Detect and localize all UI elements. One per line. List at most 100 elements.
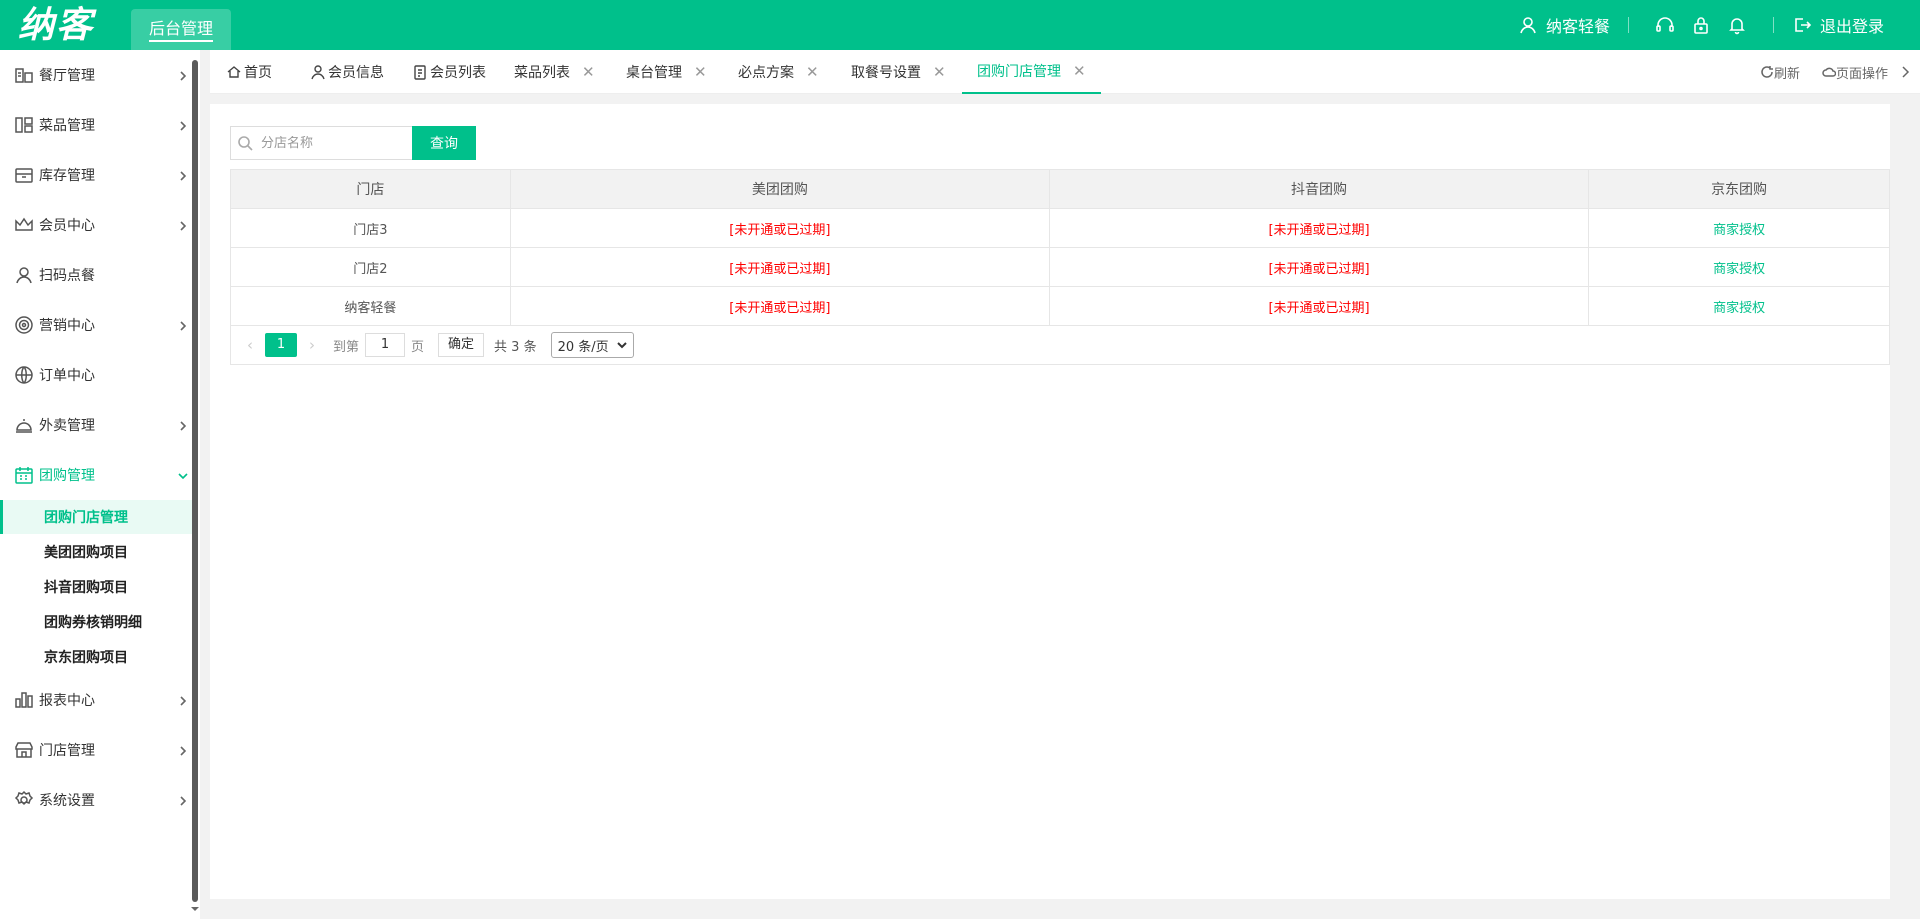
sidebar-item-settings[interactable]: 系统设置 — [0, 785, 192, 815]
divider — [1627, 17, 1629, 33]
sidebar-subitem-jd[interactable]: 京东团购项目 — [0, 640, 192, 674]
restaurant-icon — [15, 68, 33, 83]
meituan-status-link[interactable]: [未开通或已过期] — [509, 286, 1050, 326]
search-icon — [238, 136, 253, 151]
current-page-button[interactable]: 1 — [265, 333, 297, 357]
sidebar-item-marketing[interactable]: 营销中心 — [0, 310, 192, 340]
user-name: 纳客轻餐 — [1545, 17, 1610, 36]
target-icon — [15, 316, 33, 334]
chevron-right-icon[interactable] — [1898, 65, 1912, 79]
page-size-select[interactable]: 20 条/页 — [550, 332, 634, 358]
tab-table-management[interactable]: 桌台管理 ✕ — [626, 50, 707, 94]
chevron-right-icon — [180, 321, 187, 331]
sidebar-item-group-buy[interactable]: 团购管理 — [0, 460, 192, 490]
tab-member-list[interactable]: 会员列表 — [412, 50, 486, 94]
close-icon[interactable]: ✕ — [1073, 62, 1086, 80]
tab-label: 团购门店管理 — [977, 64, 1061, 80]
page-size-value: 20 条/页 — [557, 339, 609, 355]
tab-group-store[interactable]: 团购门店管理 ✕ — [962, 50, 1101, 94]
bar-chart-icon — [15, 692, 33, 708]
sidebar-item-label: 订单中心 — [39, 368, 95, 384]
store-name-input[interactable] — [261, 135, 401, 151]
goto-confirm-button[interactable]: 确定 — [438, 333, 485, 357]
calendar-icon — [15, 467, 33, 484]
jd-authorize-link[interactable]: 商家授权 — [1588, 247, 1890, 287]
tab-label: 会员列表 — [430, 65, 486, 81]
sidebar-item-label: 系统设置 — [39, 793, 95, 809]
sidebar-item-label: 扫码点餐 — [39, 268, 95, 284]
chevron-right-icon — [180, 121, 187, 131]
jd-authorize-link[interactable]: 商家授权 — [1588, 286, 1890, 326]
meituan-status-link[interactable]: [未开通或已过期] — [509, 247, 1050, 287]
top-header: 纳客 后台管理 纳客轻餐 退出登录 — [0, 0, 1920, 50]
sidebar-item-members[interactable]: 会员中心 — [0, 210, 192, 240]
sidebar-subitem-label: 美团团购项目 — [44, 545, 128, 561]
user-icon — [311, 65, 325, 80]
table-header-row: 门店 美团团购 抖音团购 京东团购 — [230, 169, 1890, 209]
prev-page-icon[interactable]: ‹ — [235, 336, 265, 354]
headset-icon[interactable] — [1655, 15, 1675, 35]
sidebar-subitem-meituan[interactable]: 美团团购项目 — [0, 535, 192, 569]
query-button[interactable]: 查询 — [412, 126, 476, 160]
close-icon[interactable]: ✕ — [694, 63, 707, 81]
bell-cloche-icon — [16, 419, 32, 433]
sidebar-item-takeout[interactable]: 外卖管理 — [0, 410, 192, 440]
cloud-icon — [1822, 67, 1836, 77]
close-icon[interactable]: ✕ — [806, 63, 819, 81]
tab-label: 必点方案 — [738, 65, 794, 81]
scroll-down-icon[interactable] — [189, 905, 201, 913]
close-icon[interactable]: ✕ — [582, 63, 595, 81]
sidebar-item-stores[interactable]: 门店管理 — [0, 735, 192, 765]
group-store-table: 门店 美团团购 抖音团购 京东团购 门店3 [未开通或已过期] [未开通或已过期… — [230, 169, 1890, 326]
admin-tab[interactable]: 后台管理 — [131, 9, 231, 50]
close-icon[interactable]: ✕ — [933, 63, 946, 81]
store-search-field[interactable] — [230, 126, 412, 160]
sidebar-item-scan-order[interactable]: 扫码点餐 — [0, 260, 192, 290]
tab-dish-list[interactable]: 菜品列表 ✕ — [514, 50, 595, 94]
douyin-status-link[interactable]: [未开通或已过期] — [1048, 208, 1590, 248]
jd-authorize-link[interactable]: 商家授权 — [1588, 208, 1890, 248]
sidebar-item-inventory[interactable]: 库存管理 — [0, 160, 192, 190]
lock-icon[interactable] — [1691, 15, 1711, 35]
tab-home[interactable]: 首页 — [226, 50, 272, 94]
logout-button[interactable]: 退出登录 — [1792, 13, 1884, 37]
meituan-status-link[interactable]: [未开通或已过期] — [509, 208, 1050, 248]
table-row: 门店3 [未开通或已过期] [未开通或已过期] 商家授权 — [230, 208, 1890, 248]
col-header-meituan: 美团团购 — [509, 169, 1050, 209]
sidebar-item-dishes[interactable]: 菜品管理 — [0, 110, 192, 140]
refresh-button[interactable]: 刷新 — [1760, 63, 1800, 82]
sidebar-item-label: 餐厅管理 — [39, 68, 95, 84]
page-ops-button[interactable]: 页面操作 — [1822, 63, 1912, 82]
sidebar-item-label: 库存管理 — [39, 168, 95, 184]
tab-must-order[interactable]: 必点方案 ✕ — [738, 50, 819, 94]
bell-icon[interactable] — [1727, 15, 1747, 35]
total-count: 共 3 条 — [494, 339, 537, 355]
sidebar-scrollbar[interactable] — [192, 60, 198, 902]
douyin-status-link[interactable]: [未开通或已过期] — [1048, 286, 1590, 326]
tab-label: 首页 — [244, 65, 272, 81]
tab-label: 会员信息 — [328, 65, 384, 81]
sidebar-item-label: 菜品管理 — [39, 118, 95, 134]
sidebar-item-label: 外卖管理 — [39, 418, 95, 434]
header-actions: 纳客轻餐 退出登录 — [1518, 0, 1920, 50]
tab-pickup-number[interactable]: 取餐号设置 ✕ — [851, 50, 946, 94]
user-icon — [16, 267, 32, 284]
tab-member-info[interactable]: 会员信息 — [310, 50, 384, 94]
dishes-icon — [15, 117, 33, 133]
goto-page-input[interactable]: 1 — [365, 333, 406, 357]
sidebar-item-reports[interactable]: 报表中心 — [0, 685, 192, 715]
store-icon — [15, 742, 33, 758]
sidebar-item-restaurant[interactable]: 餐厅管理 — [0, 60, 192, 90]
col-header-store: 门店 — [230, 169, 511, 209]
store-name-cell: 门店3 — [230, 208, 511, 248]
col-header-jd: 京东团购 — [1588, 169, 1890, 209]
user-menu[interactable]: 纳客轻餐 — [1518, 13, 1610, 37]
sidebar-subitem-group-store[interactable]: 团购门店管理 — [0, 500, 192, 534]
tab-label: 取餐号设置 — [851, 65, 921, 81]
next-page-icon[interactable]: › — [297, 336, 327, 354]
sidebar-subitem-coupon-details[interactable]: 团购券核销明细 — [0, 605, 192, 639]
sidebar-item-orders[interactable]: 订单中心 — [0, 360, 192, 390]
sidebar-subitem-douyin[interactable]: 抖音团购项目 — [0, 570, 192, 604]
gear-icon — [14, 790, 34, 806]
douyin-status-link[interactable]: [未开通或已过期] — [1048, 247, 1590, 287]
